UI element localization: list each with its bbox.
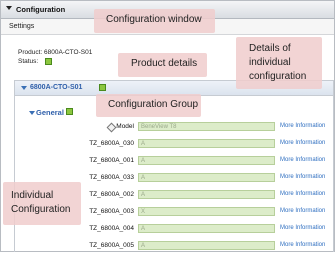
config-row-label: TZ_6800A_001 [89,157,134,164]
callout-details-of-individual-configuration: Details of individual configuration [236,37,322,89]
config-row: TZ_6800A_005 A More Information [0,240,336,253]
config-row-label: TZ_6800A_030 [89,140,134,147]
more-information-link[interactable]: More Information [280,191,325,197]
settings-menu[interactable]: Settings [9,23,34,30]
status-ok-icon [45,58,52,65]
config-row: TZ_6800A_001 A More Information [0,155,336,168]
configuration-group-name: 6800A-CTO-S01 [30,84,83,91]
status-label: Status: [18,58,39,65]
section-status-icon [66,108,73,115]
config-row: TZ_6800A_030 A More Information [0,138,336,151]
required-diamond-icon [106,122,117,133]
config-value-field[interactable]: A [138,224,275,233]
section-general-title[interactable]: General [36,108,64,117]
config-row-label: TZ_6800A_002 [89,191,134,198]
config-value-field[interactable]: X [138,207,275,216]
callout-configuration-window: Configuration window [94,9,215,33]
group-status-icon [99,84,106,91]
collapse-chevron-icon[interactable] [6,6,12,10]
config-row-label: TZ_6800A_033 [89,174,134,181]
config-value-field[interactable]: A [138,173,275,182]
product-name: Product: 6800A-CTO-S01 [18,49,93,56]
more-information-link[interactable]: More Information [280,225,325,231]
config-row-label: Model [116,123,134,130]
callout-configuration-group: Configuration Group [96,94,201,117]
config-value-field[interactable]: A [138,241,275,250]
config-value-field[interactable]: A [138,156,275,165]
section-expand-triangle-icon[interactable] [29,111,35,115]
expand-triangle-icon[interactable] [21,86,27,90]
config-row-label: TZ_6800A_003 [89,208,134,215]
window-title: Configuration [16,5,66,14]
more-information-link[interactable]: More Information [280,174,325,180]
callout-product-details: Product details [118,53,207,77]
config-row-label: TZ_6800A_004 [89,225,134,232]
config-value-field[interactable]: BeneView T8 [138,122,275,131]
more-information-link[interactable]: More Information [280,123,325,129]
more-information-link[interactable]: More Information [280,157,325,163]
callout-individual-configuration: Individual Configuration [3,182,81,225]
config-row-label: TZ_6800A_005 [89,242,134,249]
more-information-link[interactable]: More Information [280,242,325,248]
config-row: Model BeneView T8 More Information [0,121,336,134]
more-information-link[interactable]: More Information [280,140,325,146]
more-information-link[interactable]: More Information [280,208,325,214]
config-value-field[interactable]: A [138,190,275,199]
config-value-field[interactable]: A [138,139,275,148]
